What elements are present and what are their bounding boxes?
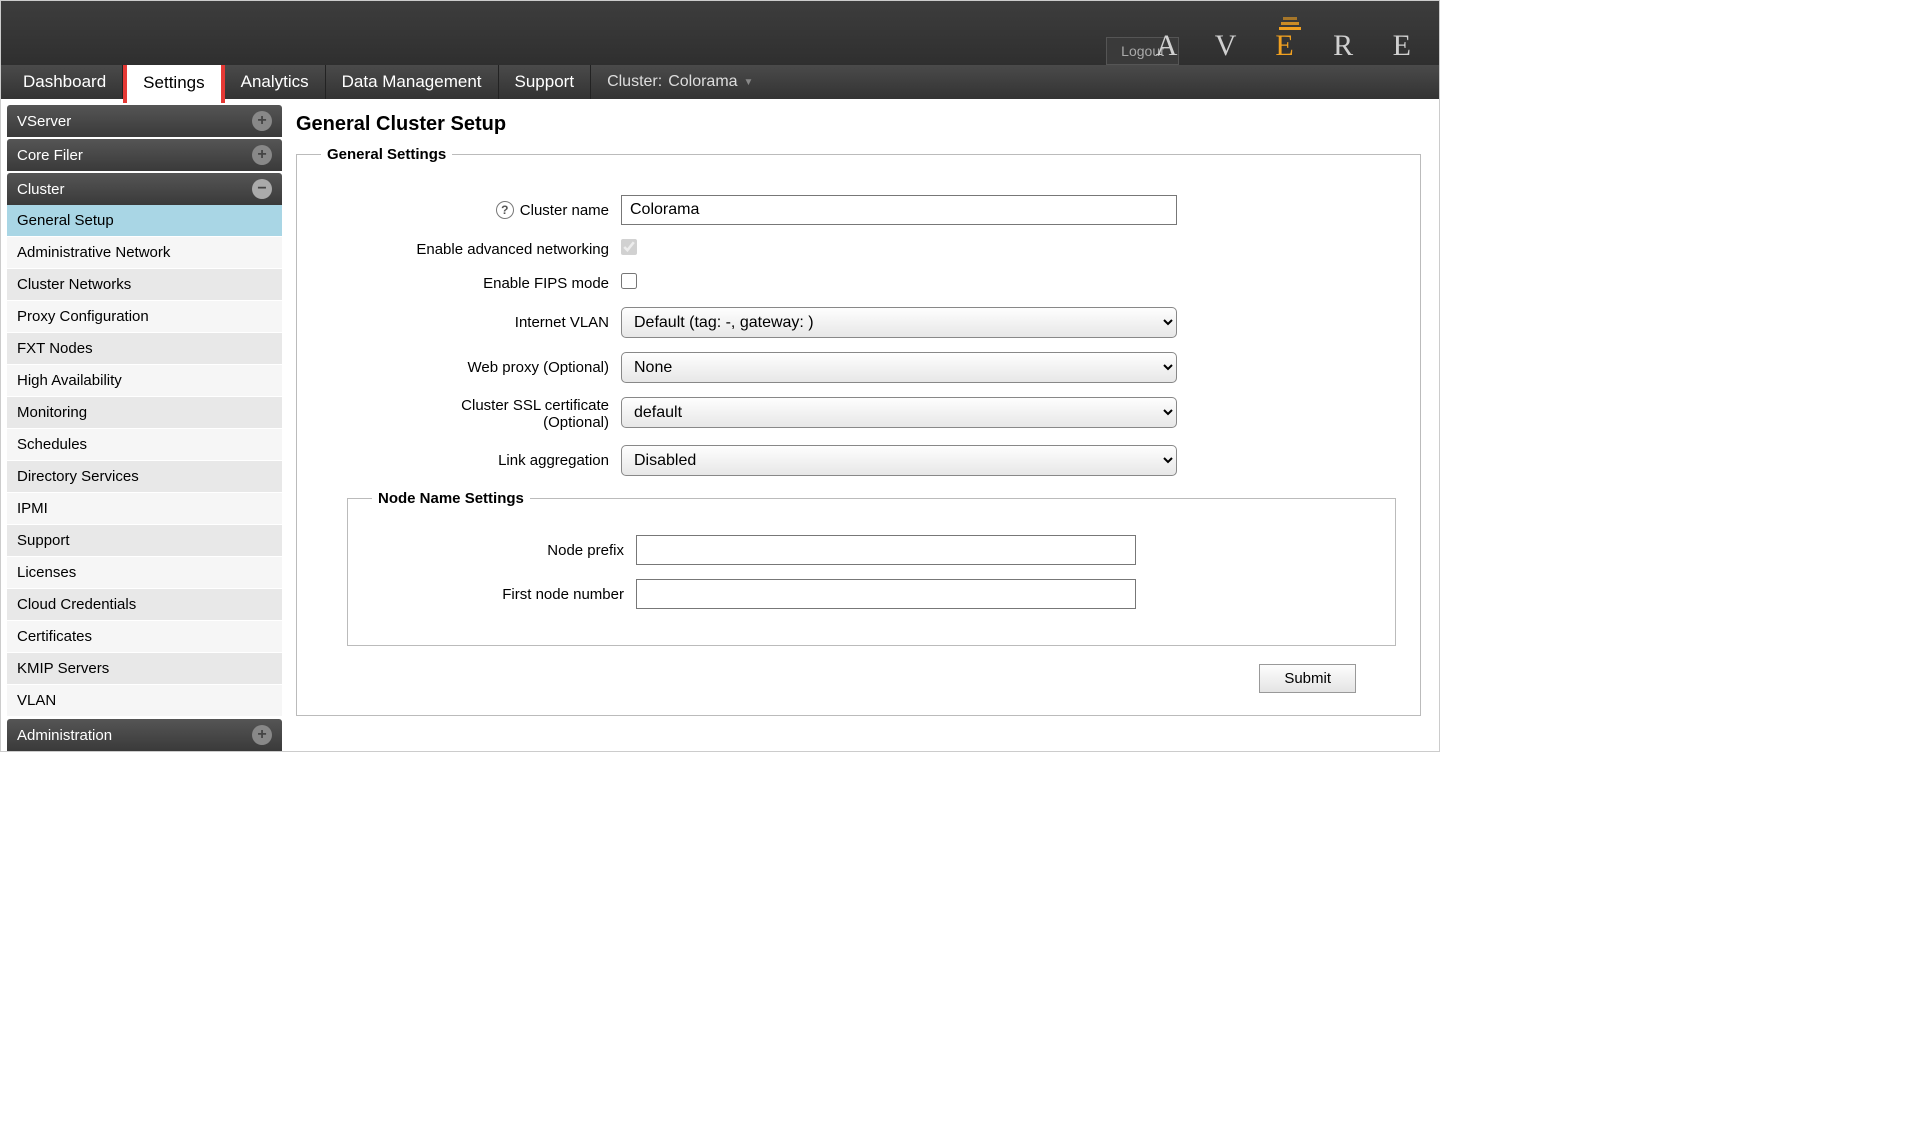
adv-net-label: Enable advanced networking (416, 241, 609, 258)
sidebar-item-support[interactable]: Support (7, 525, 282, 557)
sidebar-item-directory-services[interactable]: Directory Services (7, 461, 282, 493)
sidebar-section-label: Administration (17, 727, 112, 744)
avere-logo: A V E R E (1156, 29, 1427, 63)
sidebar-item-schedules[interactable]: Schedules (7, 429, 282, 461)
adv-net-checkbox[interactable] (621, 239, 637, 255)
sidebar-section-administration[interactable]: Administration + (7, 719, 282, 751)
tab-support[interactable]: Support (499, 65, 592, 99)
fips-label: Enable FIPS mode (483, 275, 609, 292)
sidebar-section-label: Cluster (17, 181, 65, 198)
node-name-legend: Node Name Settings (372, 490, 530, 507)
tab-dashboard[interactable]: Dashboard (7, 65, 123, 99)
general-settings-legend: General Settings (321, 146, 452, 163)
vlan-label: Internet VLAN (515, 314, 609, 331)
sidebar-section-label: VServer (17, 113, 71, 130)
tab-data-management[interactable]: Data Management (326, 65, 499, 99)
node-name-fieldset: Node Name Settings Node prefix First nod… (347, 490, 1396, 646)
sidebar-section-label: Core Filer (17, 147, 83, 164)
sidebar-item-certificates[interactable]: Certificates (7, 621, 282, 653)
chevron-down-icon: ▼ (744, 77, 754, 88)
cluster-name: Colorama (668, 73, 737, 91)
sidebar-item-administrative-network[interactable]: Administrative Network (7, 237, 282, 269)
sidebar-cluster-items: General Setup Administrative Network Clu… (7, 205, 282, 717)
cluster-prefix: Cluster: (607, 73, 662, 91)
ssl-label-1: Cluster SSL certificate (461, 397, 609, 414)
tab-settings[interactable]: Settings (123, 59, 224, 103)
sidebar-item-monitoring[interactable]: Monitoring (7, 397, 282, 429)
sidebar-item-proxy-configuration[interactable]: Proxy Configuration (7, 301, 282, 333)
cluster-name-label: Cluster name (520, 202, 609, 219)
sidebar: VServer + Core Filer + Cluster − General… (1, 99, 282, 751)
plus-icon: + (252, 725, 272, 745)
cluster-name-input[interactable] (621, 195, 1177, 225)
minus-icon: − (252, 179, 272, 199)
fips-checkbox[interactable] (621, 273, 637, 289)
tab-bar: Dashboard Settings Analytics Data Manage… (1, 65, 1439, 99)
sidebar-section-vserver[interactable]: VServer + (7, 105, 282, 137)
linkagg-select[interactable]: Disabled (621, 445, 1177, 476)
sidebar-item-fxt-nodes[interactable]: FXT Nodes (7, 333, 282, 365)
submit-button[interactable]: Submit (1259, 664, 1356, 693)
webproxy-label: Web proxy (Optional) (468, 359, 609, 376)
first-node-label: First node number (502, 586, 624, 603)
sidebar-item-high-availability[interactable]: High Availability (7, 365, 282, 397)
sidebar-item-vlan[interactable]: VLAN (7, 685, 282, 717)
help-icon[interactable]: ? (496, 201, 514, 219)
linkagg-label: Link aggregation (498, 452, 609, 469)
page-title: General Cluster Setup (296, 113, 1421, 136)
vlan-select[interactable]: Default (tag: -, gateway: ) (621, 307, 1177, 338)
sidebar-item-cloud-credentials[interactable]: Cloud Credentials (7, 589, 282, 621)
top-bar: Logout A V E R E (1, 1, 1439, 65)
sidebar-item-ipmi[interactable]: IPMI (7, 493, 282, 525)
sidebar-item-general-setup[interactable]: General Setup (7, 205, 282, 237)
webproxy-select[interactable]: None (621, 352, 1177, 383)
sidebar-item-licenses[interactable]: Licenses (7, 557, 282, 589)
node-prefix-label: Node prefix (547, 542, 624, 559)
general-settings-fieldset: General Settings ? Cluster name Enable a… (296, 146, 1421, 716)
plus-icon: + (252, 145, 272, 165)
cluster-indicator[interactable]: Cluster: Colorama ▼ (591, 65, 769, 99)
sidebar-item-cluster-networks[interactable]: Cluster Networks (7, 269, 282, 301)
ssl-label-2: (Optional) (543, 414, 609, 431)
tab-analytics[interactable]: Analytics (225, 65, 326, 99)
plus-icon: + (252, 111, 272, 131)
sidebar-item-kmip-servers[interactable]: KMIP Servers (7, 653, 282, 685)
sidebar-section-corefiler[interactable]: Core Filer + (7, 139, 282, 171)
main-panel: General Cluster Setup General Settings ?… (282, 99, 1439, 751)
ssl-select[interactable]: default (621, 397, 1177, 428)
sidebar-section-cluster[interactable]: Cluster − (7, 173, 282, 205)
first-node-input[interactable] (636, 579, 1136, 609)
node-prefix-input[interactable] (636, 535, 1136, 565)
